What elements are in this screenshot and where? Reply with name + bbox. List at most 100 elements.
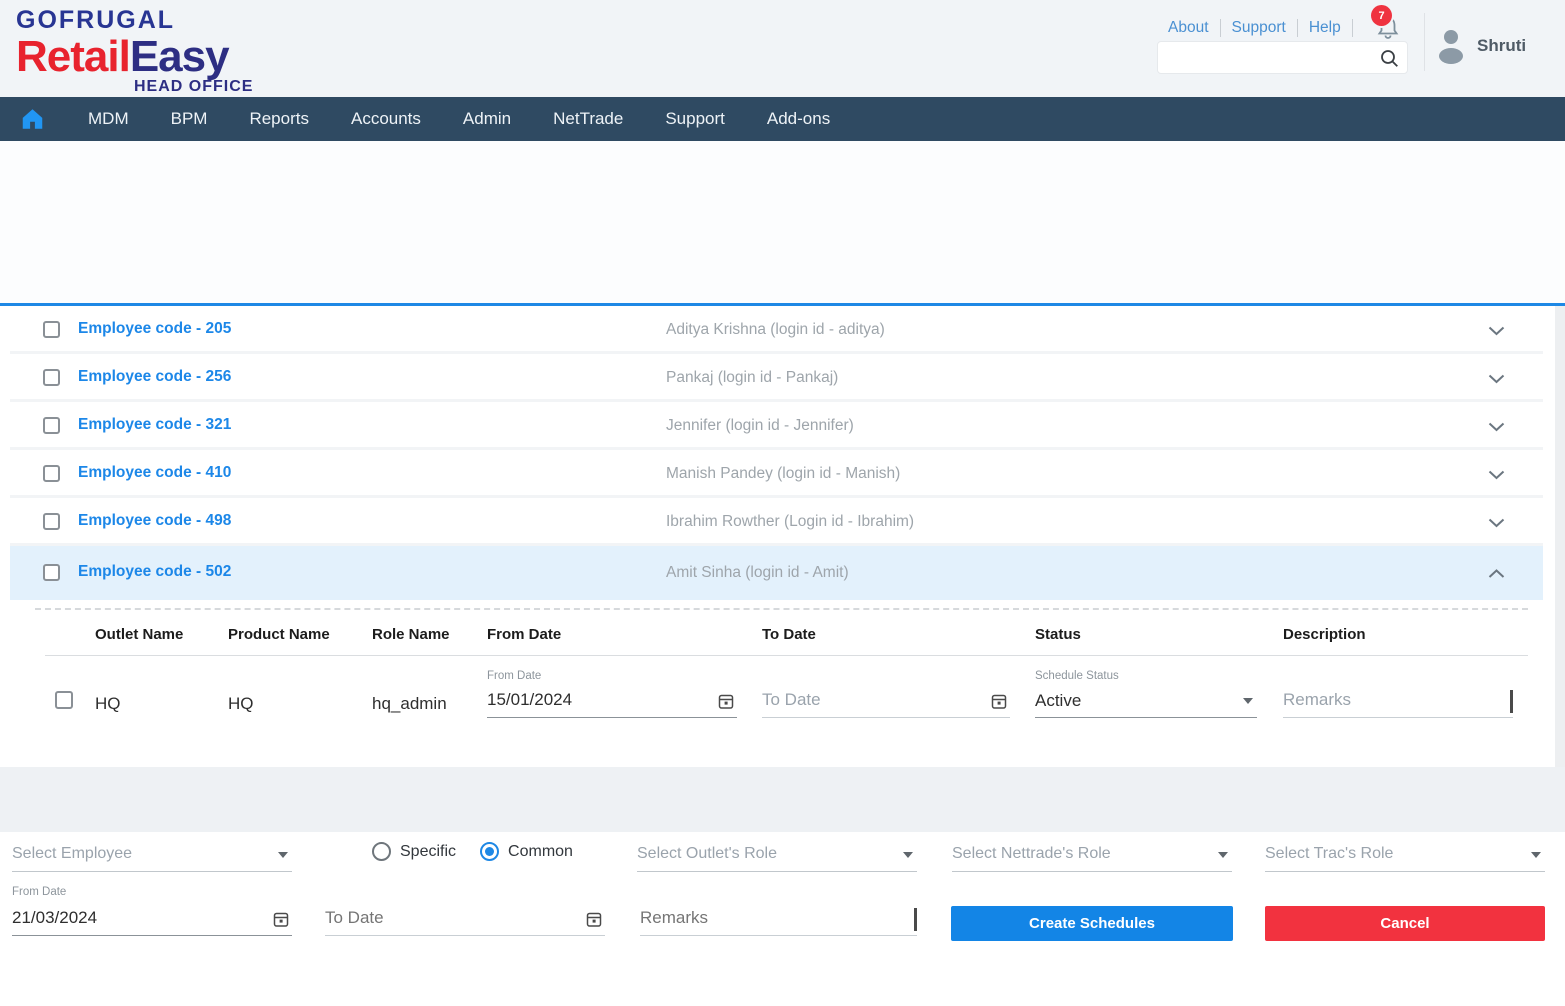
form-from-date-field[interactable]: From Date bbox=[12, 886, 292, 936]
employee-row-321[interactable]: Employee code - 321 Jennifer (login id -… bbox=[10, 402, 1543, 450]
select-nettrade-role-dropdown[interactable] bbox=[952, 840, 1232, 872]
calendar-icon[interactable] bbox=[586, 911, 602, 928]
main-navbar: MDM BPM Reports Accounts Admin NetTrade … bbox=[0, 97, 1565, 141]
from-date-input[interactable] bbox=[487, 686, 711, 714]
help-link[interactable]: Help bbox=[1309, 19, 1341, 37]
create-schedules-button[interactable]: Create Schedules bbox=[951, 906, 1233, 941]
remarks-input[interactable] bbox=[1283, 686, 1487, 714]
employee-code[interactable]: Employee code - 498 bbox=[78, 512, 231, 530]
form-from-date-label: From Date bbox=[12, 886, 292, 904]
nav-item-mdm[interactable]: MDM bbox=[88, 109, 129, 129]
filter-toolbar: Save Changes Send To Outlet Close Tab bbox=[0, 141, 1565, 303]
header-search-input[interactable] bbox=[1168, 42, 1368, 73]
text-cursor bbox=[914, 908, 917, 931]
employee-code[interactable]: Employee code - 502 bbox=[78, 563, 231, 581]
support-link[interactable]: Support bbox=[1232, 19, 1286, 37]
cancel-button[interactable]: Cancel bbox=[1265, 906, 1545, 941]
form-to-date-input[interactable] bbox=[325, 904, 579, 932]
employee-name: Manish Pandey (login id - Manish) bbox=[666, 465, 900, 483]
chevron-down-icon[interactable] bbox=[1488, 326, 1505, 336]
to-date-input[interactable] bbox=[762, 686, 984, 714]
nav-item-addons[interactable]: Add-ons bbox=[767, 109, 830, 129]
employee-row-498[interactable]: Employee code - 498 Ibrahim Rowther (Log… bbox=[10, 498, 1543, 546]
calendar-icon[interactable] bbox=[273, 911, 289, 928]
employee-checkbox[interactable] bbox=[43, 417, 60, 434]
form-remarks-field[interactable] bbox=[640, 904, 917, 936]
product-red: Retail bbox=[16, 32, 130, 81]
dropdown-arrow-icon[interactable] bbox=[1218, 852, 1228, 858]
user-name[interactable]: Shruti bbox=[1477, 36, 1526, 56]
employee-row-205[interactable]: Employee code - 205 Aditya Krishna (logi… bbox=[10, 306, 1543, 354]
employee-checkbox[interactable] bbox=[43, 513, 60, 530]
common-radio-label[interactable]: Common bbox=[508, 843, 573, 861]
section-spacer bbox=[0, 767, 1565, 832]
select-employee-dropdown[interactable] bbox=[12, 840, 292, 872]
header-divider bbox=[1424, 13, 1425, 71]
select-trac-role-input[interactable] bbox=[1265, 840, 1521, 868]
employee-row-502-expanded[interactable]: Employee code - 502 Amit Sinha (login id… bbox=[10, 546, 1543, 600]
user-avatar[interactable] bbox=[1434, 26, 1468, 66]
form-from-date-input[interactable] bbox=[12, 904, 266, 932]
employee-code[interactable]: Employee code - 321 bbox=[78, 416, 231, 434]
to-date-field[interactable] bbox=[762, 686, 1010, 718]
nav-item-accounts[interactable]: Accounts bbox=[351, 109, 421, 129]
chevron-down-icon[interactable] bbox=[1488, 518, 1505, 528]
nav-item-support[interactable]: Support bbox=[665, 109, 725, 129]
dropdown-arrow-icon[interactable] bbox=[1531, 852, 1541, 858]
select-outlet-role-input[interactable] bbox=[637, 840, 893, 868]
calendar-icon[interactable] bbox=[991, 693, 1007, 710]
header-search-box[interactable] bbox=[1157, 41, 1408, 74]
text-cursor bbox=[1510, 690, 1513, 713]
specific-radio-label[interactable]: Specific bbox=[400, 843, 456, 861]
employee-checkbox[interactable] bbox=[43, 465, 60, 482]
employee-code[interactable]: Employee code - 256 bbox=[78, 368, 231, 386]
select-outlet-role-dropdown[interactable] bbox=[637, 840, 917, 872]
schedule-checkbox[interactable] bbox=[55, 691, 73, 709]
chevron-down-icon[interactable] bbox=[1488, 422, 1505, 432]
employee-row-410[interactable]: Employee code - 410 Manish Pandey (login… bbox=[10, 450, 1543, 498]
dropdown-arrow-icon[interactable] bbox=[278, 852, 288, 858]
nav-item-reports[interactable]: Reports bbox=[249, 109, 309, 129]
col-status: Status bbox=[1035, 626, 1081, 643]
employee-checkbox[interactable] bbox=[43, 321, 60, 338]
employee-name: Amit Sinha (login id - Amit) bbox=[666, 564, 849, 582]
form-remarks-input[interactable] bbox=[640, 904, 907, 932]
status-selected-value[interactable]: Active bbox=[1035, 691, 1081, 710]
employee-row-256[interactable]: Employee code - 256 Pankaj (login id - P… bbox=[10, 354, 1543, 402]
dropdown-arrow-icon[interactable] bbox=[903, 852, 913, 858]
chevron-down-icon[interactable] bbox=[1488, 374, 1505, 384]
chevron-down-icon[interactable] bbox=[1488, 470, 1505, 480]
remarks-field[interactable] bbox=[1283, 686, 1513, 718]
outlet-value: HQ bbox=[95, 694, 121, 714]
search-icon[interactable] bbox=[1380, 49, 1399, 68]
chevron-up-icon[interactable] bbox=[1488, 569, 1505, 579]
select-nettrade-role-input[interactable] bbox=[952, 840, 1208, 868]
employee-checkbox[interactable] bbox=[43, 564, 60, 581]
home-icon[interactable] bbox=[19, 106, 46, 132]
dropdown-arrow-icon[interactable] bbox=[1243, 698, 1253, 704]
employee-code[interactable]: Employee code - 410 bbox=[78, 464, 231, 482]
employee-checkbox[interactable] bbox=[43, 369, 60, 386]
nav-item-bpm[interactable]: BPM bbox=[171, 109, 208, 129]
head-office-text: HEAD OFFICE bbox=[134, 79, 253, 95]
select-employee-input[interactable] bbox=[12, 840, 268, 868]
nav-item-nettrade[interactable]: NetTrade bbox=[553, 109, 623, 129]
about-link[interactable]: About bbox=[1168, 19, 1209, 37]
employee-code[interactable]: Employee code - 205 bbox=[78, 320, 231, 338]
list-scrollbar[interactable] bbox=[1555, 306, 1565, 767]
select-trac-role-dropdown[interactable] bbox=[1265, 840, 1545, 872]
from-date-field[interactable]: From Date bbox=[487, 670, 737, 718]
product-dark: Easy bbox=[130, 32, 229, 81]
nav-item-admin[interactable]: Admin bbox=[463, 109, 511, 129]
common-radio[interactable] bbox=[480, 842, 499, 861]
specific-radio[interactable] bbox=[372, 842, 391, 861]
product-text: RetailEasy bbox=[16, 35, 253, 79]
form-to-date-field[interactable] bbox=[325, 904, 605, 936]
product-value: HQ bbox=[228, 694, 254, 714]
col-outlet-name: Outlet Name bbox=[95, 626, 183, 643]
create-schedule-form: Specific Common From Date bbox=[0, 832, 1565, 1006]
col-description: Description bbox=[1283, 626, 1366, 643]
schedule-status-select[interactable]: Schedule Status Active bbox=[1035, 670, 1257, 718]
employee-list: Employee code - 205 Aditya Krishna (logi… bbox=[10, 306, 1543, 752]
calendar-icon[interactable] bbox=[718, 693, 734, 710]
